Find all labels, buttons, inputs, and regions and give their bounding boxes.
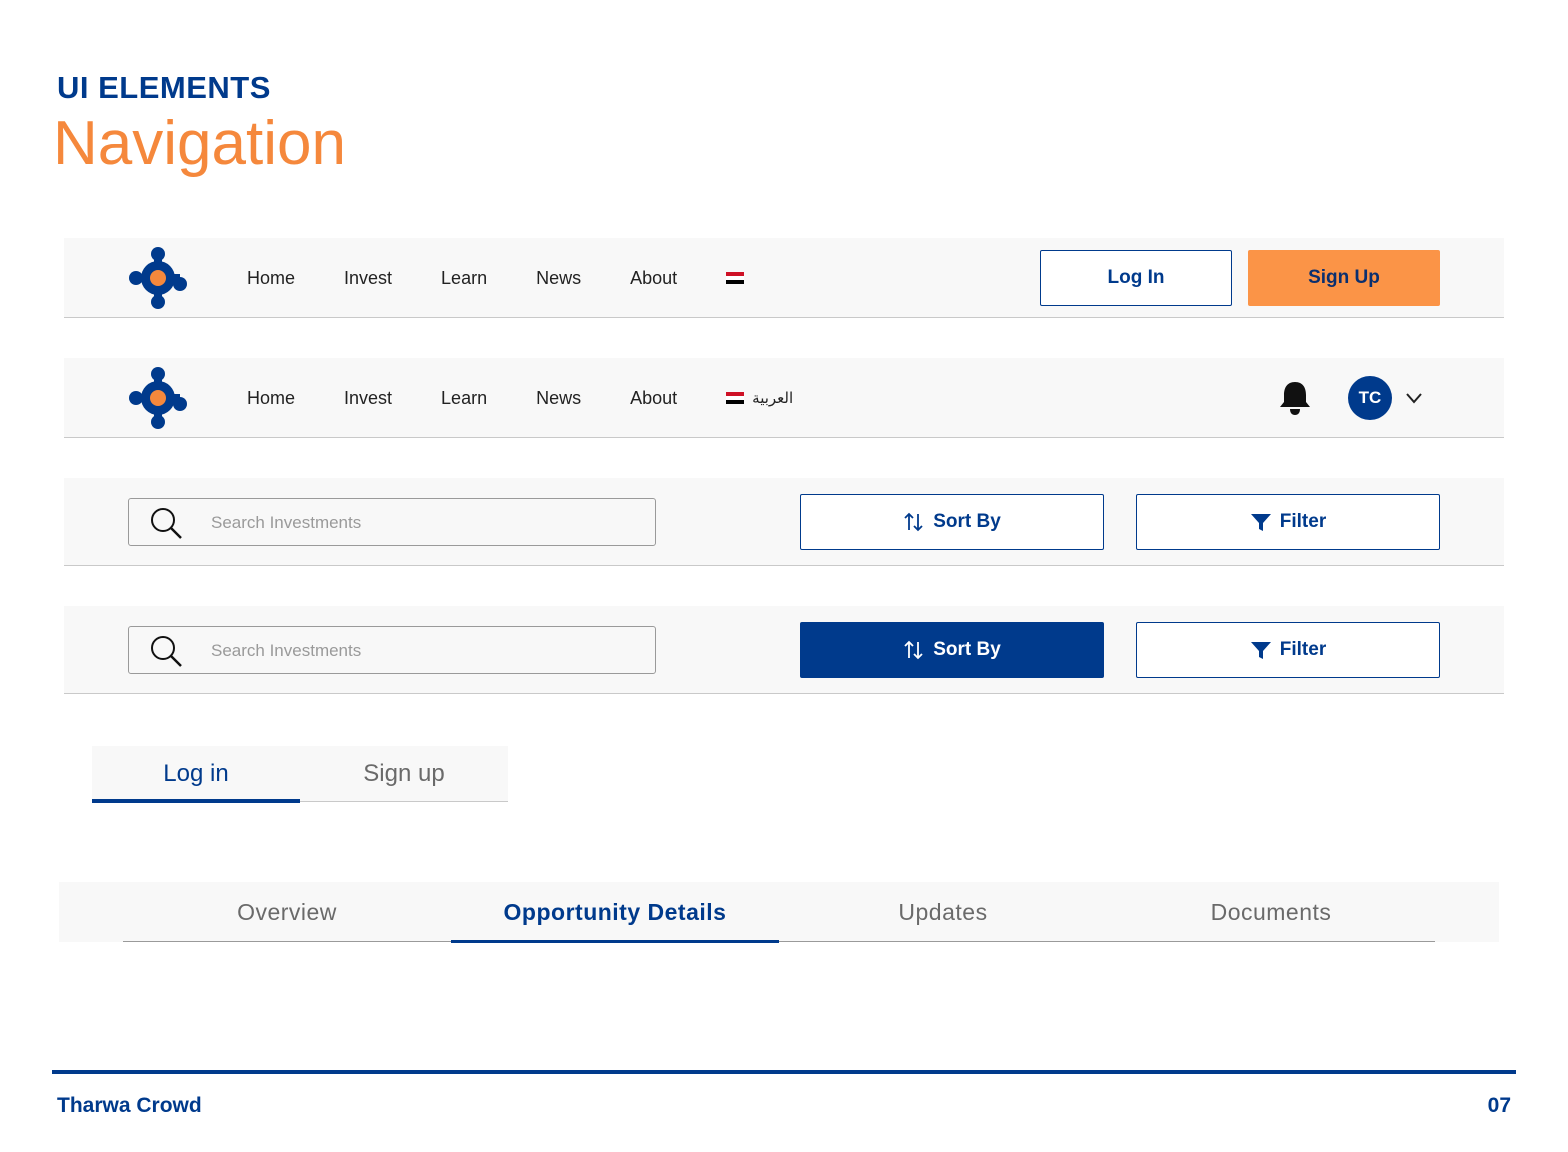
nav-news[interactable]: News [536, 268, 581, 289]
search-icon [151, 636, 182, 667]
language-label: العربية [752, 389, 794, 407]
opportunity-tabs-bar: Overview Opportunity Details Updates Doc… [59, 882, 1499, 943]
language-switch[interactable] [726, 272, 752, 284]
nav-home[interactable]: Home [247, 268, 295, 289]
filter-button[interactable]: Filter [1136, 494, 1440, 550]
sort-icon [904, 640, 923, 660]
sort-button[interactable]: Sort By [800, 494, 1104, 550]
tharwa-logo-icon[interactable] [128, 366, 188, 430]
search-toolbar-default: Sort By Filter [64, 478, 1504, 566]
nav-home[interactable]: Home [247, 388, 295, 409]
filter-label: Filter [1279, 639, 1327, 660]
search-input[interactable] [211, 637, 631, 665]
tab-login[interactable]: Log in [92, 746, 300, 803]
nav-about[interactable]: About [630, 268, 677, 289]
page-number: 07 [1487, 1094, 1511, 1117]
nav-invest[interactable]: Invest [344, 388, 392, 409]
login-button[interactable]: Log In [1040, 250, 1232, 306]
tab-opportunity-details[interactable]: Opportunity Details [451, 882, 779, 943]
avatar[interactable]: TC [1348, 376, 1392, 420]
nav-learn[interactable]: Learn [441, 388, 487, 409]
nav-news[interactable]: News [536, 388, 581, 409]
nav-about[interactable]: About [630, 388, 677, 409]
nav-links: Home Invest Learn News About [247, 238, 752, 318]
user-navbar: Home Invest Learn News About العربية TC [64, 358, 1504, 438]
sort-label: Sort By [933, 639, 1001, 660]
search-field[interactable] [128, 498, 656, 546]
filter-button[interactable]: Filter [1136, 622, 1440, 678]
search-input[interactable] [211, 509, 631, 537]
search-icon [151, 508, 182, 539]
nav-invest[interactable]: Invest [344, 268, 392, 289]
sort-icon [904, 512, 923, 532]
page-title: Navigation [53, 109, 346, 178]
egypt-flag-icon [726, 272, 745, 284]
nav-learn[interactable]: Learn [441, 268, 487, 289]
sort-button-active[interactable]: Sort By [800, 622, 1104, 678]
nav-links: Home Invest Learn News About العربية [247, 358, 793, 438]
tab-updates[interactable]: Updates [779, 882, 1107, 942]
tab-overview[interactable]: Overview [123, 882, 451, 942]
search-toolbar-active: Sort By Filter [64, 606, 1504, 694]
signup-button[interactable]: Sign Up [1248, 250, 1440, 306]
section-kicker: UI ELEMENTS [57, 70, 271, 105]
opportunity-tabs: Overview Opportunity Details Updates Doc… [123, 882, 1435, 943]
filter-icon [1250, 642, 1271, 659]
bell-icon[interactable] [1278, 380, 1312, 416]
filter-icon [1250, 514, 1271, 531]
footer-brand: Tharwa Crowd [57, 1094, 202, 1117]
tab-documents[interactable]: Documents [1107, 882, 1435, 942]
auth-tabs: Log in Sign up [92, 746, 508, 803]
egypt-flag-icon [726, 392, 745, 404]
search-field[interactable] [128, 626, 656, 674]
footer-divider [52, 1070, 1516, 1074]
tharwa-logo-icon[interactable] [128, 246, 188, 310]
sort-label: Sort By [933, 511, 1001, 532]
tab-signup[interactable]: Sign up [300, 746, 508, 802]
filter-label: Filter [1279, 511, 1327, 532]
language-switch[interactable]: العربية [726, 389, 793, 407]
chevron-down-icon[interactable] [1404, 388, 1424, 408]
public-navbar: Home Invest Learn News About Log In Sign… [64, 238, 1504, 318]
